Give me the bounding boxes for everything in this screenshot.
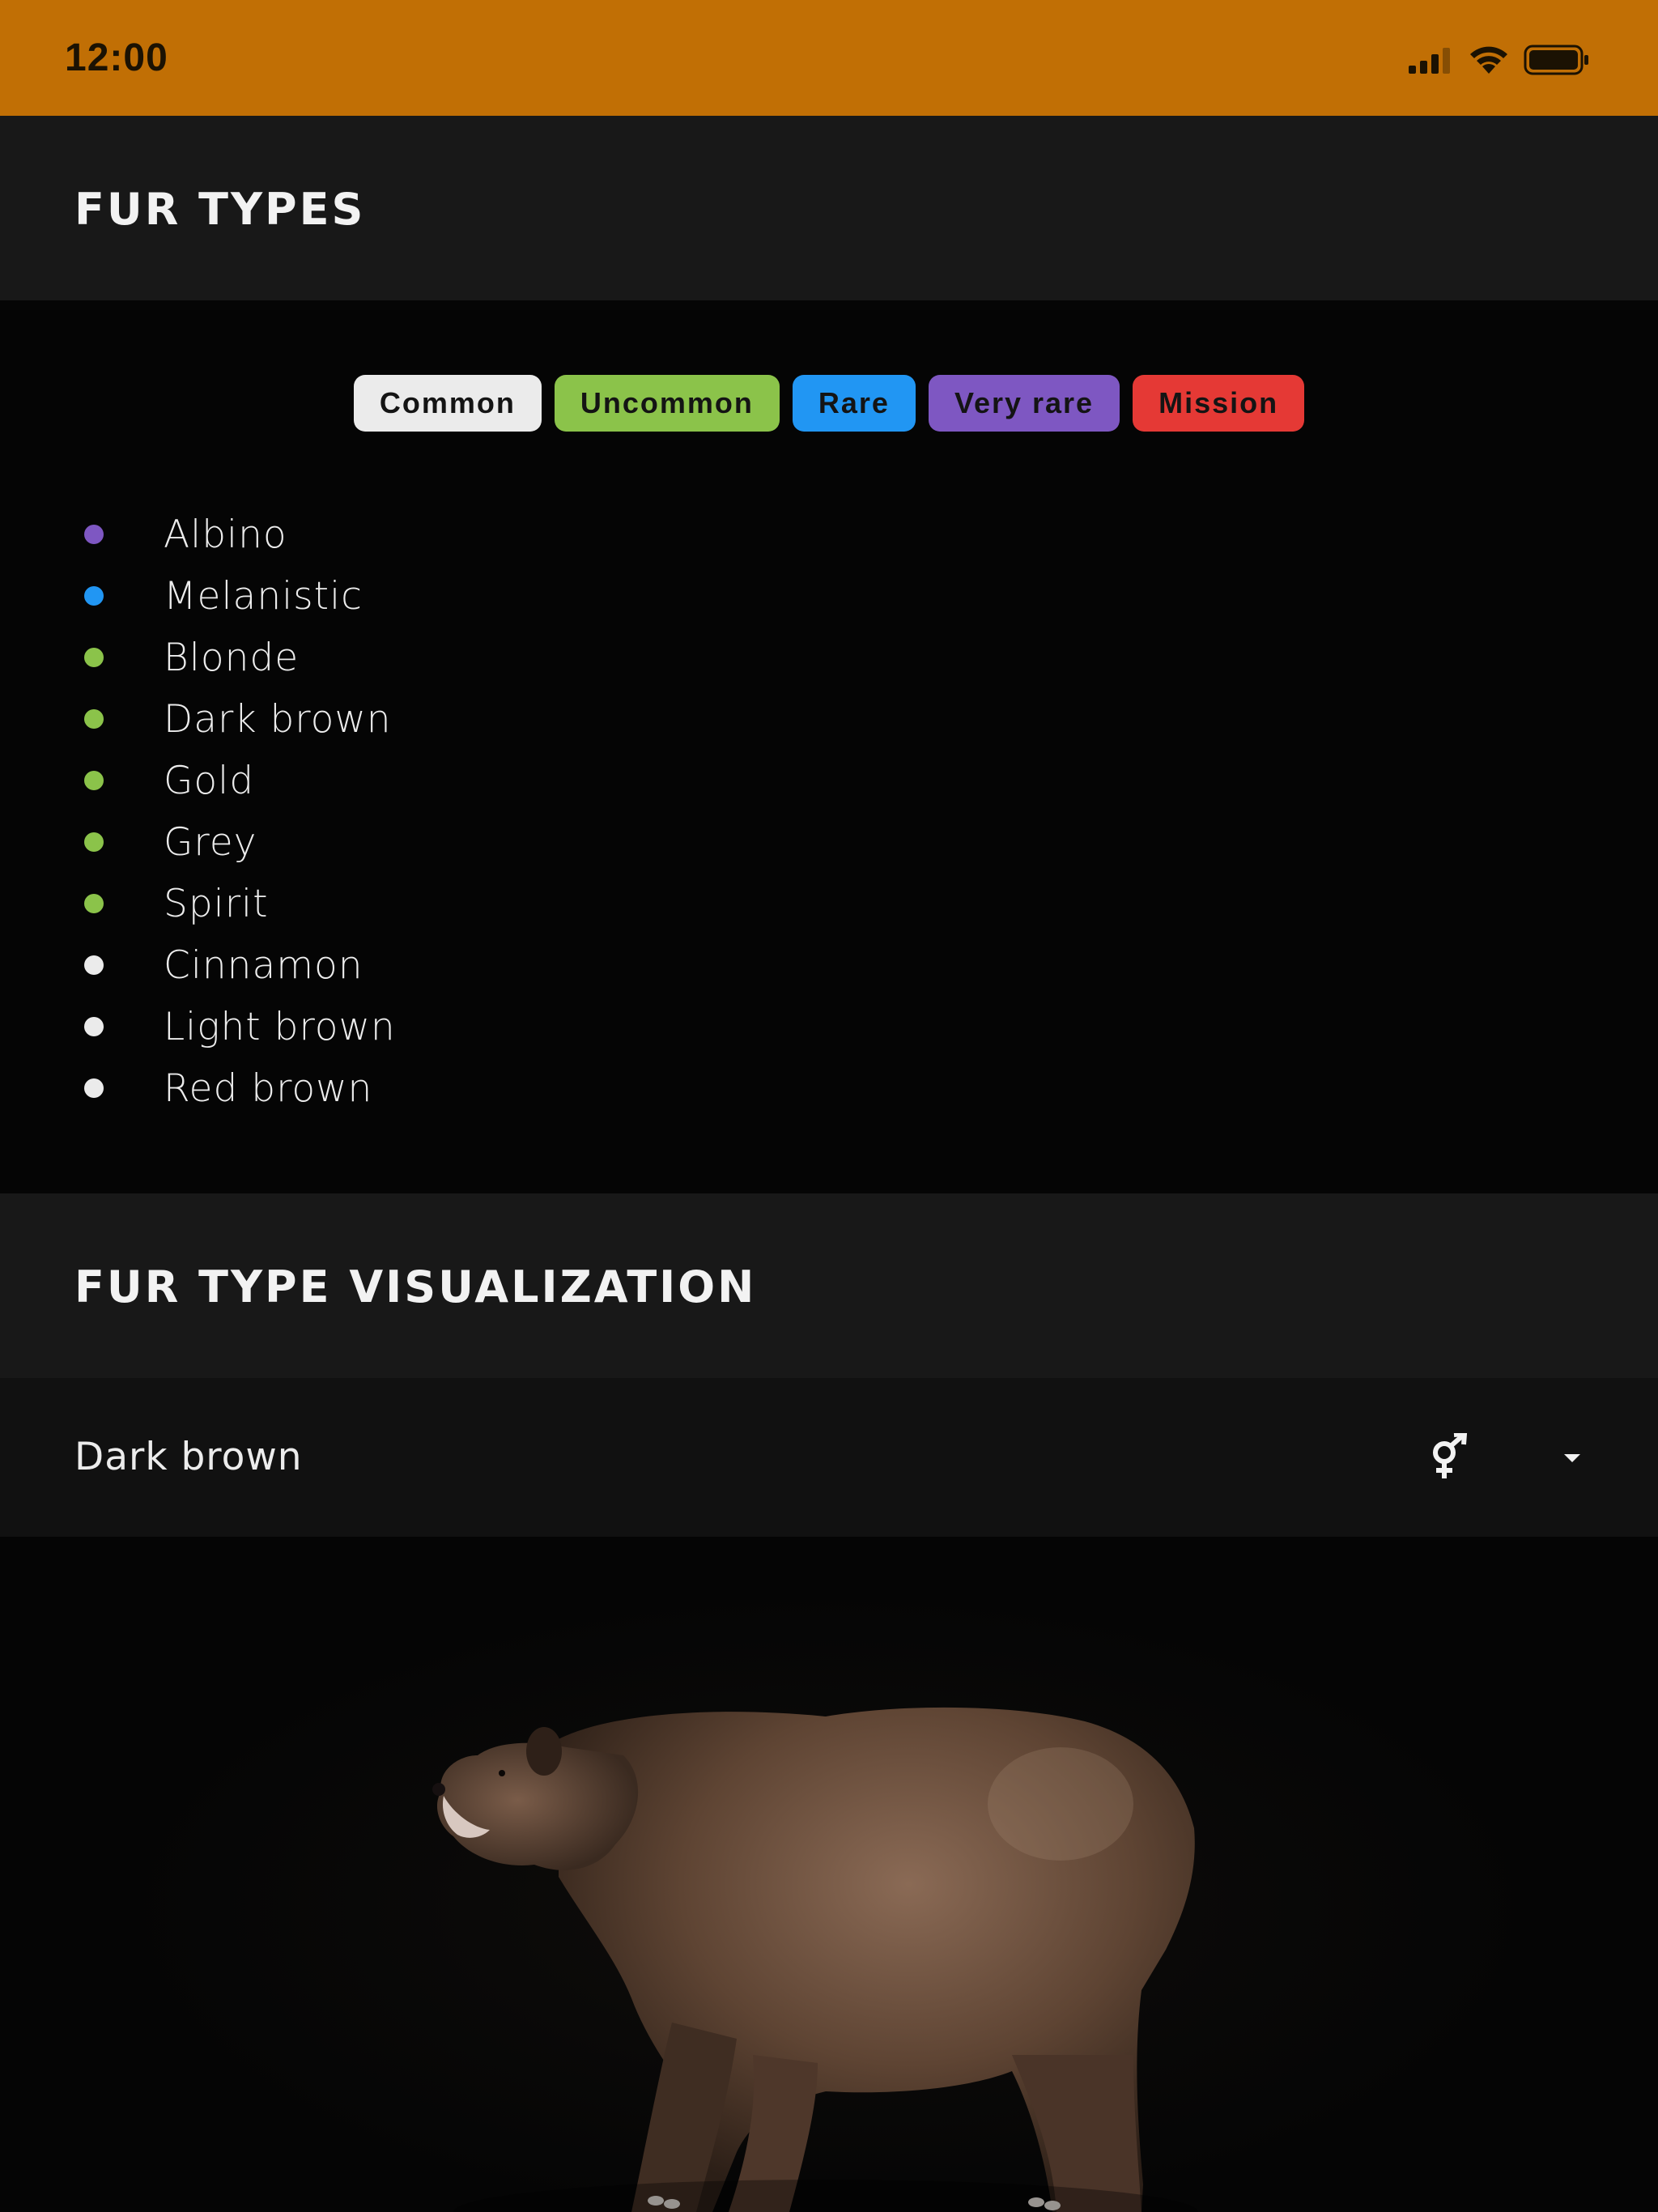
fur-list-item: Grey xyxy=(0,811,648,873)
rarity-dot-icon xyxy=(84,525,104,544)
fur-name: Albino xyxy=(164,512,287,557)
fur-list-item: Blonde xyxy=(0,627,648,688)
bear-image xyxy=(432,1707,1198,2212)
fur-name: Blonde xyxy=(164,635,300,680)
fur-types-header: FUR TYPES xyxy=(0,116,1658,300)
status-time: 12:00 xyxy=(65,36,168,79)
fur-types-title: FUR TYPES xyxy=(74,184,366,235)
fur-name: Grey xyxy=(164,819,257,865)
fur-list-item: Dark brown xyxy=(0,688,648,750)
cellular-signal-icon xyxy=(1409,48,1450,74)
fur-list-item: Light brown xyxy=(0,996,648,1057)
fur-name: Red brown xyxy=(164,1066,373,1111)
status-icons xyxy=(1407,42,1590,78)
rarity-dot-icon xyxy=(84,832,104,852)
fur-name: Gold xyxy=(164,758,255,803)
visualization-header: FUR TYPE VISUALIZATION xyxy=(0,1193,1658,1378)
rarity-dot-icon xyxy=(84,955,104,975)
rarity-dot-icon xyxy=(84,1017,104,1036)
fur-selector[interactable]: Dark brown xyxy=(0,1378,1658,1537)
visualization-title: FUR TYPE VISUALIZATION xyxy=(74,1261,757,1312)
fur-list-item: Cinnamon xyxy=(0,934,648,996)
rarity-chip-very-rare[interactable]: Very rare xyxy=(928,375,1120,432)
fur-list-item: Red brown xyxy=(0,1057,648,1119)
fur-visualization xyxy=(0,1537,1658,2212)
rarity-dot-icon xyxy=(84,648,104,667)
selected-fur-label: Dark brown xyxy=(74,1435,303,1479)
rarity-chip-uncommon[interactable]: Uncommon xyxy=(554,375,780,432)
fur-name: Spirit xyxy=(164,881,269,926)
rarity-dot-icon xyxy=(84,709,104,729)
wifi-icon xyxy=(1470,46,1507,74)
fur-type-list: Albino Melanistic Blonde Dark brown Gold Grey… xyxy=(0,504,648,1119)
rarity-dot-icon xyxy=(84,894,104,913)
rarity-chip-common[interactable]: Common xyxy=(353,375,542,432)
fur-name: Dark brown xyxy=(164,696,392,742)
male-female-icon[interactable] xyxy=(1426,1433,1470,1482)
rarity-dot-icon xyxy=(84,771,104,790)
dropdown-arrow-icon[interactable] xyxy=(1559,1448,1585,1467)
rarity-chip-mission[interactable]: Mission xyxy=(1133,375,1305,432)
rarity-dot-icon xyxy=(84,586,104,606)
fur-list-item: Albino xyxy=(0,504,648,565)
fur-list-item: Melanistic xyxy=(0,565,648,627)
fur-name: Light brown xyxy=(164,1004,396,1049)
fur-name: Melanistic xyxy=(164,573,363,619)
rarity-chip-rare[interactable]: Rare xyxy=(792,375,916,432)
fur-list-item: Spirit xyxy=(0,873,648,934)
fur-name: Cinnamon xyxy=(164,942,363,988)
fur-list-item: Gold xyxy=(0,750,648,811)
battery-icon xyxy=(1524,45,1588,75)
rarity-legend: Common Uncommon Rare Very rare Mission xyxy=(0,375,1658,432)
rarity-dot-icon xyxy=(84,1078,104,1098)
status-bar: 12:00 xyxy=(0,0,1658,116)
